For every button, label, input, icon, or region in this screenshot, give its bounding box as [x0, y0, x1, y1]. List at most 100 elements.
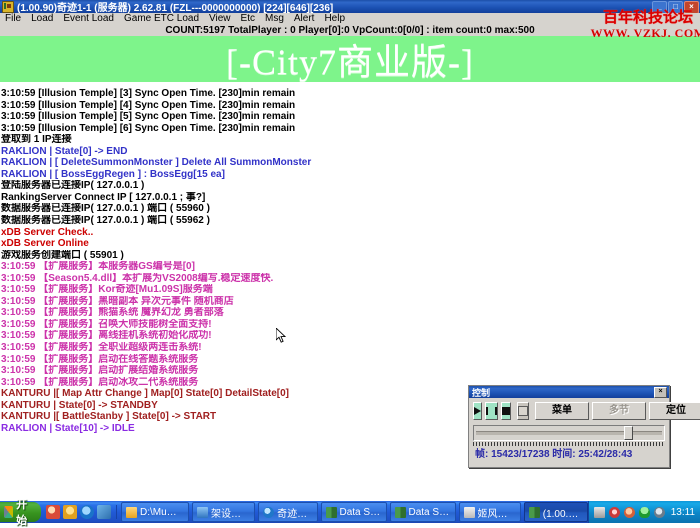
taskbar-button-grid-icon	[326, 507, 337, 518]
log-line: 3:10:59 【Season5.4.dll】本扩展为VS2008编写.稳定速度…	[0, 273, 700, 285]
seek-slider[interactable]	[473, 425, 665, 441]
server-status-line: COUNT:5197 TotalPlayer : 0 Player[0]:0 V…	[0, 25, 700, 36]
control-window-titlebar[interactable]: 控制 ×	[469, 386, 669, 398]
desktop: (1.00.90)奇迹1-1 (服务器) 2.62.81 (FZL---0000…	[0, 0, 700, 523]
log-line: 3:10:59 【扩展服务】离线挂机系统初始化成功!	[0, 330, 700, 342]
taskbar-button-label: 姬风网络Q...	[478, 505, 516, 520]
seek-ticks	[473, 442, 665, 446]
window-titlebar[interactable]: (1.00.90)奇迹1-1 (服务器) 2.62.81 (FZL---0000…	[0, 0, 700, 13]
menu-item-alert[interactable]: Alert	[289, 13, 320, 25]
log-line: 登陆服务器已连接IP( 127.0.0.1 )	[0, 180, 700, 192]
menu-item-view[interactable]: View	[204, 13, 236, 25]
tray-icon-shield[interactable]	[639, 507, 650, 518]
quick-icon-4[interactable]	[97, 505, 111, 519]
tray-icon-qq[interactable]	[624, 507, 635, 518]
log-line: RankingServer Connect IP [ 127.0.0.1 ; 事…	[0, 192, 700, 204]
control-close-button[interactable]: ×	[654, 387, 667, 398]
menu-item-event-load[interactable]: Event Load	[58, 13, 119, 25]
menu-item-etc[interactable]: Etc	[236, 13, 260, 25]
start-button-label: 开始	[16, 496, 33, 528]
log-line: 3:10:59 【扩展服务】Kor奇迹[Mu1.09S]服务端	[0, 284, 700, 296]
pause-icon	[486, 407, 497, 415]
playback-status: 帧: 15423/17238 时间: 25:42/28:43	[473, 448, 665, 461]
log-line: 3:10:59 [Illusion Temple] [6] Sync Open …	[0, 123, 700, 135]
menu-item-msg[interactable]: Msg	[260, 13, 289, 25]
control-button-row: 菜单 多节 定位	[473, 402, 665, 420]
log-line: 3:10:59 [Illusion Temple] [5] Sync Open …	[0, 111, 700, 123]
play-icon	[474, 407, 481, 415]
tray-icon-clock[interactable]	[654, 507, 665, 518]
taskbar-button-doc-icon	[464, 507, 475, 518]
menu-item-game-etc-load[interactable]: Game ETC Load	[119, 13, 204, 25]
windows-flag-icon	[4, 506, 13, 518]
log-line: 3:10:59 【扩展服务】启动扩展结婚系统服务	[0, 365, 700, 377]
play-button[interactable]	[473, 402, 482, 420]
stop-button[interactable]	[501, 402, 511, 420]
task-button-list: D:\MuOnline... 架设说明 - ... 奇迹Mu数... Data Ser…	[117, 502, 588, 522]
banner-text: [-City7商业版-]	[226, 36, 474, 82]
taskbar-button[interactable]: (1.00.90)奇...	[524, 502, 588, 522]
menu-item-file[interactable]: File	[0, 13, 26, 25]
taskbar-button-label: 奇迹Mu数...	[277, 505, 312, 520]
log-line: 3:10:59 【扩展服务】熊猫系统 魔界幻龙 勇者部落	[0, 307, 700, 319]
taskbar-button-globe-icon	[263, 507, 274, 518]
window-controls: _ □ ×	[652, 1, 699, 13]
quick-icon-1[interactable]	[46, 505, 60, 519]
minimize-button[interactable]: _	[652, 1, 667, 13]
log-line: 3:10:59 【扩展服务】本服务器GS编号是[0]	[0, 261, 700, 273]
locate-button[interactable]: 定位	[649, 402, 700, 420]
log-line: 数据服务器已连接IP( 127.0.0.1 ) 端口 ( 55960 )	[0, 203, 700, 215]
taskbar-button[interactable]: 架设说明 - ...	[192, 502, 255, 522]
taskbar-button-label: (1.00.90)奇...	[543, 505, 583, 520]
menu-button[interactable]: 菜单	[535, 402, 589, 420]
maximize-button[interactable]: □	[668, 1, 683, 13]
taskbar-button-folder-icon	[126, 507, 137, 518]
log-line: RAKLION | [ BossEggRegen ] : BossEgg[15 …	[0, 169, 700, 181]
log-line: xDB Server Check..	[0, 227, 700, 239]
quick-launch-bar	[44, 505, 117, 519]
log-line: RAKLION | [ DeleteSummonMonster ] Delete…	[0, 157, 700, 169]
window-title: (1.00.90)奇迹1-1 (服务器) 2.62.81 (FZL---0000…	[17, 0, 333, 13]
start-button[interactable]: 开始	[0, 502, 41, 522]
quick-icon-3[interactable]	[80, 505, 94, 519]
frame-icon	[518, 406, 528, 416]
taskbar-button[interactable]: D:\MuOnline...	[121, 502, 189, 522]
log-line: 游戏服务创建端口 ( 55901 )	[0, 250, 700, 262]
log-line: 3:10:59 【扩展服务】黑暗副本 异次元事件 随机商店	[0, 296, 700, 308]
control-window-body: 菜单 多节 定位 帧: 15423/17238 时间: 25:42/28:43	[469, 398, 669, 461]
taskbar: 开始 D:\MuOnline... 架设说明 - ... 奇迹Mu数... Data …	[0, 501, 700, 523]
taskbar-clock: 13:11	[669, 507, 695, 518]
log-line: RAKLION | State[0] -> END	[0, 146, 700, 158]
seek-track	[476, 431, 662, 435]
control-window[interactable]: 控制 × 菜单 多节 定位 帧: 15423/17238 时间: 25:42/2…	[468, 385, 670, 468]
log-line: 3:10:59 【扩展服务】启动在线答题系统服务	[0, 354, 700, 366]
log-line: 登取到 1 IP连接	[0, 134, 700, 146]
taskbar-button[interactable]: 奇迹Mu数...	[258, 502, 317, 522]
taskbar-button-grid-icon	[529, 507, 540, 518]
frame-button[interactable]	[517, 402, 529, 420]
log-line: 3:10:59 【扩展服务】全职业超级两连击系统!	[0, 342, 700, 354]
tray-icon-printer[interactable]	[594, 507, 605, 518]
log-line: xDB Server Online	[0, 238, 700, 250]
pause-button[interactable]	[485, 402, 498, 420]
tray-icon-network[interactable]	[609, 507, 620, 518]
log-line: 数据服务器已连接IP( 127.0.0.1 ) 端口 ( 55962 )	[0, 215, 700, 227]
close-button[interactable]: ×	[684, 1, 699, 13]
log-line: 3:10:59 [Illusion Temple] [3] Sync Open …	[0, 88, 700, 100]
menu-item-help[interactable]: Help	[319, 13, 350, 25]
quick-icon-2[interactable]	[63, 505, 77, 519]
seek-thumb[interactable]	[624, 426, 633, 440]
log-list: 3:10:59 [Illusion Temple] [3] Sync Open …	[0, 88, 700, 434]
taskbar-button-label: Data Server...	[409, 507, 451, 518]
taskbar-button-label: 架设说明 - ...	[211, 505, 250, 520]
taskbar-button[interactable]: 姬风网络Q...	[459, 502, 521, 522]
taskbar-button-label: Data Server...	[340, 507, 382, 518]
log-line: 3:10:59 [Illusion Temple] [4] Sync Open …	[0, 100, 700, 112]
system-tray: 13:11	[588, 501, 700, 523]
stop-icon	[502, 407, 510, 415]
taskbar-button[interactable]: Data Server...	[390, 502, 456, 522]
control-window-title: 控制	[472, 386, 490, 399]
menu-item-load[interactable]: Load	[26, 13, 58, 25]
taskbar-button-label: D:\MuOnline...	[140, 507, 184, 518]
taskbar-button[interactable]: Data Server...	[321, 502, 387, 522]
